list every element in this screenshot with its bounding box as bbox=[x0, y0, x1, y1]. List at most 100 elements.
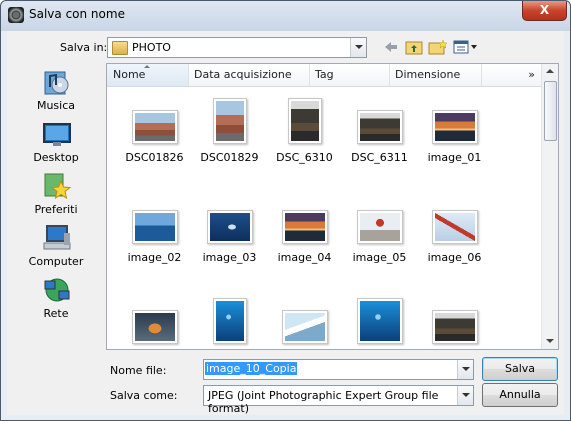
file-name: DSC_6311 bbox=[351, 151, 408, 164]
sunset-photo bbox=[435, 113, 475, 141]
column-name[interactable]: Nome bbox=[107, 64, 189, 86]
temple-photo bbox=[291, 101, 319, 141]
scroll-up-arrow[interactable] bbox=[546, 69, 554, 73]
up-folder-icon[interactable] bbox=[405, 39, 423, 55]
place-label: Preferiti bbox=[34, 203, 78, 216]
file-name: image_05 bbox=[352, 251, 407, 264]
filename-dropdown-arrow[interactable] bbox=[457, 360, 473, 379]
place-desktop[interactable]: Desktop bbox=[10, 119, 102, 171]
sort-ascending-icon bbox=[144, 65, 150, 68]
file-item[interactable]: image_02 bbox=[117, 196, 192, 271]
airplane-photo bbox=[435, 213, 475, 241]
current-folder-name: PHOTO bbox=[132, 41, 171, 54]
building-photo bbox=[135, 113, 175, 141]
place-musica[interactable]: Musica bbox=[10, 67, 102, 119]
desktop-icon bbox=[43, 123, 71, 146]
fish-photo bbox=[135, 313, 175, 341]
favorites-star-icon bbox=[44, 173, 72, 200]
column-size[interactable]: Dimensione bbox=[389, 64, 482, 86]
save-in-dropdown-arrow[interactable] bbox=[350, 38, 366, 57]
place-label: Rete bbox=[43, 307, 69, 320]
file-name: image_02 bbox=[127, 251, 182, 264]
file-item[interactable]: image_11 bbox=[342, 296, 417, 349]
file-thumbnail bbox=[432, 110, 478, 144]
ocean-photo bbox=[135, 213, 175, 241]
column-header: Nome Data acquisizione Tag Dimensione » bbox=[107, 64, 541, 87]
file-item[interactable]: image_08 bbox=[117, 296, 192, 349]
file-list[interactable]: Nome Data acquisizione Tag Dimensione » … bbox=[106, 63, 559, 350]
file-name: image_04 bbox=[277, 251, 332, 264]
file-thumbnail bbox=[132, 310, 178, 344]
file-name: image_01 bbox=[427, 151, 482, 164]
file-item[interactable]: DSC_6311 bbox=[342, 96, 417, 171]
file-item[interactable]: image_12 bbox=[417, 296, 492, 349]
filetype-label: Salva come: bbox=[110, 389, 178, 402]
close-button[interactable]: X bbox=[522, 1, 567, 21]
scrollbar-thumb[interactable] bbox=[544, 81, 557, 141]
temple-photo bbox=[360, 113, 400, 141]
filetype-dropdown-arrow[interactable] bbox=[457, 386, 473, 405]
vertical-scrollbar[interactable] bbox=[541, 64, 558, 349]
column-tag[interactable]: Tag bbox=[309, 64, 390, 86]
sunset-photo bbox=[285, 213, 325, 241]
cathedral-photo bbox=[360, 213, 400, 241]
building-photo bbox=[216, 101, 244, 141]
folder-icon bbox=[112, 41, 128, 55]
window-title: Salva con nome bbox=[29, 7, 125, 21]
mountains-photo bbox=[285, 313, 325, 341]
network-icon bbox=[44, 278, 70, 302]
file-item[interactable]: image_04 bbox=[267, 196, 342, 271]
file-thumbnail bbox=[357, 110, 403, 144]
underwater-photo bbox=[216, 301, 244, 341]
save-in-label: Salva in: bbox=[60, 41, 108, 54]
save-button[interactable]: Salva bbox=[482, 357, 558, 381]
dolphin-photo bbox=[210, 213, 250, 241]
place-rete[interactable]: Rete bbox=[10, 275, 102, 327]
file-thumbnail bbox=[432, 310, 478, 344]
title-bar[interactable]: Salva con nome X bbox=[1, 1, 570, 29]
file-thumbnail bbox=[213, 298, 247, 344]
file-name: DSC_6310 bbox=[276, 151, 333, 164]
file-item[interactable]: image_09 bbox=[192, 296, 267, 349]
places-bar: Musica Desktop Preferiti Computer Rete bbox=[10, 63, 102, 349]
file-thumbnail bbox=[282, 310, 328, 344]
file-thumbnail bbox=[282, 210, 328, 244]
new-folder-icon[interactable] bbox=[428, 39, 448, 55]
file-thumbnail bbox=[357, 298, 403, 344]
place-preferiti[interactable]: Preferiti bbox=[10, 171, 102, 223]
column-date[interactable]: Data acquisizione bbox=[188, 64, 310, 86]
file-item[interactable]: image_06 bbox=[417, 196, 492, 271]
place-label: Musica bbox=[36, 99, 76, 112]
file-thumbnail bbox=[288, 98, 322, 144]
file-name: image_03 bbox=[202, 251, 257, 264]
file-name: DSC01826 bbox=[125, 151, 184, 164]
music-folder-icon bbox=[44, 71, 69, 95]
filetype-select[interactable]: JPEG (Joint Photographic Expert Group fi… bbox=[203, 385, 474, 415]
save-in-combo[interactable]: PHOTO bbox=[107, 37, 367, 58]
file-item[interactable]: DSC01826 bbox=[117, 96, 192, 171]
back-arrow-icon[interactable] bbox=[383, 39, 399, 55]
more-columns-button[interactable]: » bbox=[481, 64, 541, 86]
file-item[interactable]: image_03 bbox=[192, 196, 267, 271]
filetype-value: JPEG (Joint Photographic Expert Group fi… bbox=[208, 389, 439, 415]
view-menu-icon[interactable] bbox=[453, 39, 479, 55]
cancel-button[interactable]: Annulla bbox=[482, 383, 558, 407]
scroll-down-arrow[interactable] bbox=[546, 339, 554, 343]
file-item[interactable]: image_10 bbox=[267, 296, 342, 349]
file-thumbnail bbox=[357, 210, 403, 244]
file-item[interactable]: DSC_6310 bbox=[267, 96, 342, 171]
filename-value: image_10_Copia bbox=[205, 362, 298, 375]
filename-input[interactable]: image_10_Copia bbox=[203, 359, 474, 380]
temple-photo bbox=[435, 313, 475, 341]
filename-label: Nome file: bbox=[110, 364, 167, 377]
file-thumbnail bbox=[432, 210, 478, 244]
file-item[interactable]: DSC01829 bbox=[192, 96, 267, 171]
place-computer[interactable]: Computer bbox=[10, 223, 102, 275]
file-item[interactable]: image_01 bbox=[417, 96, 492, 171]
file-thumbnail bbox=[207, 210, 253, 244]
file-thumbnail bbox=[213, 98, 247, 144]
file-name: image_06 bbox=[427, 251, 482, 264]
underwater-photo bbox=[360, 301, 400, 341]
file-item[interactable]: image_05 bbox=[342, 196, 417, 271]
save-dialog-window: Salva con nome X Salva in: PHOTO Musica … bbox=[0, 0, 571, 421]
